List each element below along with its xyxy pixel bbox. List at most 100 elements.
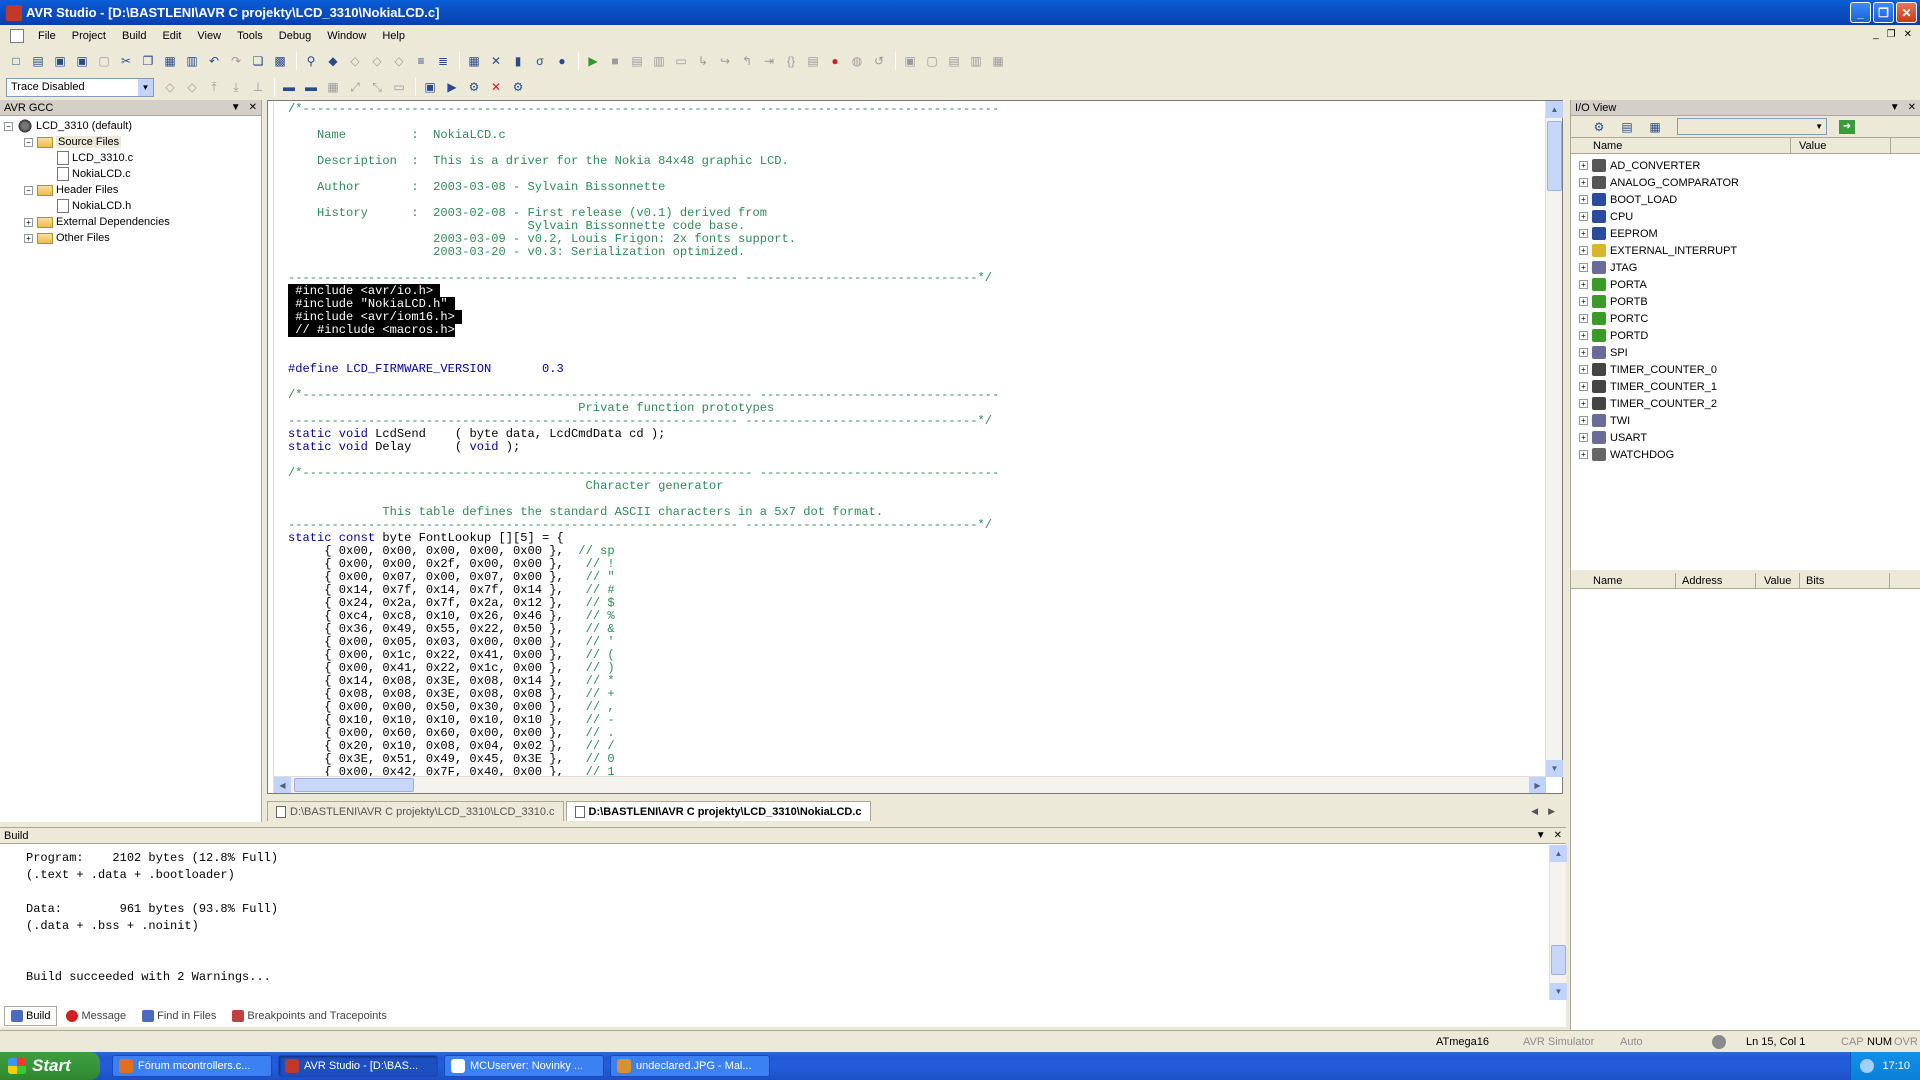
trace-select[interactable]: Trace Disabled ▼ (6, 77, 154, 97)
scroll-left-icon[interactable]: ◀ (274, 777, 291, 793)
io-item[interactable]: + ANALOG_COMPARATOR (1579, 174, 1920, 191)
tree-item[interactable]: NokiaLCD.c (4, 166, 261, 182)
expand-icon[interactable]: + (1579, 297, 1588, 306)
io-item[interactable]: + TIMER_COUNTER_2 (1579, 395, 1920, 412)
clear-breakpoints-icon[interactable]: ◍ (847, 51, 867, 71)
chip-icon[interactable]: ▮ (508, 51, 528, 71)
expand-icon[interactable]: + (1579, 348, 1588, 357)
io-item[interactable]: + TIMER_COUNTER_0 (1579, 361, 1920, 378)
new-file-icon[interactable]: □ (6, 51, 26, 71)
find-replace-icon[interactable]: ▩ (270, 51, 290, 71)
code-editor[interactable]: /*--------------------------------------… (267, 100, 1563, 794)
expand-icon[interactable]: + (1579, 212, 1588, 221)
io-tree-view-icon[interactable]: ▤ (1617, 117, 1637, 137)
reset-icon[interactable]: ▥ (649, 51, 669, 71)
scroll-up-icon[interactable]: ▲ (1546, 101, 1563, 118)
io-item[interactable]: + EEPROM (1579, 225, 1920, 242)
io-item[interactable]: + TWI (1579, 412, 1920, 429)
panel-close-icon[interactable]: ✕ (249, 102, 257, 113)
run-to-cursor-icon[interactable]: ⇥ (759, 51, 779, 71)
tab-lcd-3310-c[interactable]: D:\BASTLENI\AVR C projekty\LCD_3310\LCD_… (267, 801, 564, 821)
unlink-icon[interactable]: ⤡ (367, 77, 387, 97)
outdent-icon[interactable]: ≣ (433, 51, 453, 71)
collapse-icon[interactable]: − (24, 137, 33, 147)
compile-icon[interactable]: ✕ (486, 51, 506, 71)
task-mcuserver[interactable]: MCUserver: Novinky ... (444, 1055, 604, 1077)
build-panel-close-icon[interactable]: ✕ (1554, 830, 1562, 841)
trace-down-icon[interactable]: ⤓ (226, 77, 246, 97)
tab-prev-icon[interactable]: ◀ (1531, 806, 1538, 817)
auto-step-icon[interactable]: {} (781, 51, 801, 71)
io-item[interactable]: + BOOT_LOAD (1579, 191, 1920, 208)
io-item[interactable]: + PORTC (1579, 310, 1920, 327)
tab-find-in-files[interactable]: Find in Files (135, 1006, 223, 1026)
break-icon[interactable]: ■ (605, 51, 625, 71)
step-into-icon[interactable]: ↳ (693, 51, 713, 71)
expand-icon[interactable]: + (1579, 433, 1588, 442)
expand-icon[interactable]: + (1579, 195, 1588, 204)
scroll-right-icon[interactable]: ▶ (1529, 777, 1546, 793)
expand-icon[interactable]: + (1579, 382, 1588, 391)
chip-settings-icon[interactable]: ⚙ (464, 77, 484, 97)
tab-next-icon[interactable]: ▶ (1548, 806, 1555, 817)
tree-item[interactable]: − Header Files (4, 182, 261, 198)
mdi-close-button[interactable]: ✕ (1904, 29, 1912, 40)
start-button[interactable]: Start (0, 1052, 100, 1080)
panel-dropdown-icon[interactable]: ▼ (231, 102, 241, 113)
tab-message[interactable]: Message (59, 1006, 133, 1026)
tree-item[interactable]: + Other Files (4, 230, 261, 246)
paste-icon[interactable]: ▦ (160, 51, 180, 71)
find-icon[interactable]: ⚲ (301, 51, 321, 71)
io-col-value[interactable]: Value (1791, 138, 1891, 153)
prev-bookmark-icon[interactable]: ◇ (345, 51, 365, 71)
minimize-button[interactable]: _ (1850, 2, 1871, 23)
menu-edit[interactable]: Edit (154, 28, 189, 44)
build-icon[interactable]: ▦ (464, 51, 484, 71)
menu-tools[interactable]: Tools (229, 28, 271, 44)
mdi-restore-button[interactable]: ❐ (1887, 29, 1896, 40)
io-panel-dropdown-icon[interactable]: ▼ (1890, 102, 1900, 113)
io-view-icon[interactable]: ▦ (988, 51, 1008, 71)
expand-icon[interactable]: + (1579, 280, 1588, 289)
grid-icon[interactable]: ▦ (323, 77, 343, 97)
status-icon[interactable]: ● (552, 51, 572, 71)
memory-icon[interactable]: ▢ (922, 51, 942, 71)
reg-col-bits[interactable]: Bits (1800, 573, 1890, 588)
show-next-statement-icon[interactable]: ▭ (671, 51, 691, 71)
network-icon[interactable] (1860, 1059, 1875, 1073)
io-filter-select[interactable]: ▼ (1677, 118, 1827, 135)
expand-icon[interactable]: + (1579, 450, 1588, 459)
io-item[interactable]: + EXTERNAL_INTERRUPT (1579, 242, 1920, 259)
stop-debug-icon[interactable]: ▤ (627, 51, 647, 71)
expand-icon[interactable]: + (1579, 416, 1588, 425)
tree-item[interactable]: LCD_3310.c (4, 150, 261, 166)
menu-window[interactable]: Window (319, 28, 374, 44)
menu-file[interactable]: File (30, 28, 64, 44)
trace-filter-icon[interactable]: ◇ (160, 77, 180, 97)
code-text[interactable]: /*--------------------------------------… (288, 103, 1538, 779)
tab-build[interactable]: Build (4, 1006, 58, 1026)
io-go-icon[interactable]: ➜ (1839, 119, 1855, 134)
task-avr-studio[interactable]: AVR Studio - [D:\BAS... (278, 1055, 438, 1077)
reg-col-address[interactable]: Address (1676, 573, 1756, 588)
reg-col-value[interactable]: Value (1756, 573, 1800, 588)
io-item[interactable]: + USART (1579, 429, 1920, 446)
print-icon[interactable]: ▥ (182, 51, 202, 71)
menu-project[interactable]: Project (64, 28, 114, 44)
expand-icon[interactable]: + (1579, 365, 1588, 374)
scroll-down-icon[interactable]: ▼ (1546, 760, 1563, 777)
cancel-icon[interactable]: ✕ (486, 77, 506, 97)
tree-item[interactable]: − Source Files (4, 134, 261, 150)
step-over-icon[interactable]: ↪ (715, 51, 735, 71)
breakpoint-icon[interactable]: ● (825, 51, 845, 71)
expand-icon[interactable]: + (1579, 161, 1588, 170)
menu-view[interactable]: View (189, 28, 229, 44)
scroll-up-icon[interactable]: ▲ (1550, 845, 1567, 862)
target-icon[interactable]: ⚙ (508, 77, 528, 97)
io-item[interactable]: + JTAG (1579, 259, 1920, 276)
tab-breakpoints[interactable]: Breakpoints and Tracepoints (225, 1006, 393, 1026)
editor-vertical-scrollbar[interactable]: ▲ ▼ (1545, 101, 1563, 777)
task-firefox-forum[interactable]: Fórum mcontrollers.c... (112, 1055, 272, 1077)
save-icon[interactable]: ▣ (50, 51, 70, 71)
tree-item[interactable]: − LCD_3310 (default) (4, 118, 261, 134)
